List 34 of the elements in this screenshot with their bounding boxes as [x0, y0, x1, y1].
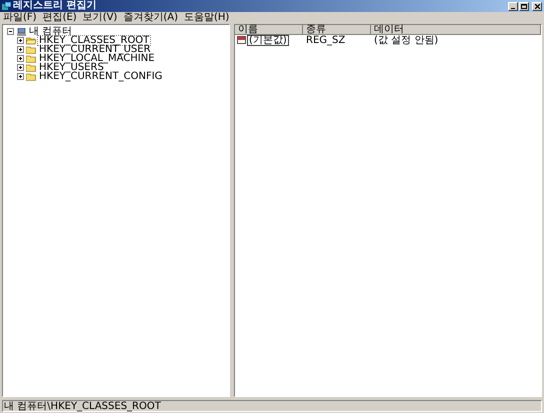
close-icon [534, 4, 540, 8]
string-value-icon [237, 36, 246, 44]
collapse-icon[interactable] [7, 28, 14, 35]
value-name[interactable]: (기본값) [247, 34, 289, 46]
column-header[interactable]: 종류 [303, 25, 371, 35]
registry-icon [2, 2, 11, 10]
tree-item[interactable]: 내 컴퓨터 [29, 27, 72, 36]
menu-item[interactable]: 보기(V) [82, 13, 118, 23]
expand-icon[interactable] [17, 37, 24, 44]
minimize-button[interactable] [508, 2, 518, 10]
expand-icon[interactable] [17, 64, 24, 71]
computer-icon [17, 28, 26, 36]
open-folder-icon [26, 36, 36, 44]
tree-item[interactable]: HKEY_CURRENT_USER [38, 45, 152, 54]
expand-icon[interactable] [17, 55, 24, 62]
tree-item[interactable]: HKEY_CURRENT_CONFIG [38, 72, 164, 81]
maximize-icon [521, 4, 527, 8]
menu-item[interactable]: 편집(E) [42, 13, 77, 23]
expand-icon[interactable] [17, 46, 24, 53]
tree-item[interactable]: HKEY_USERS [38, 63, 105, 72]
status-text: 내 컴퓨터\HKEY_CLASSES_ROOT [2, 400, 542, 412]
tree-item[interactable]: HKEY_CLASSES_ROOT [38, 36, 150, 45]
expand-icon[interactable] [17, 73, 24, 80]
column-header[interactable]: 데이터 [371, 25, 541, 35]
maximize-button[interactable] [519, 2, 529, 10]
column-header[interactable]: 이름 [235, 25, 303, 35]
menu-item[interactable]: 즐겨찾기(A) [123, 13, 178, 23]
close-button[interactable] [532, 2, 542, 10]
table-cell-text: (값 설정 안됨) [373, 36, 440, 44]
table-cell-text: REG_SZ [305, 36, 346, 44]
tree-item[interactable]: HKEY_LOCAL_MACHINE [38, 54, 156, 63]
window-title: 레지스트리 편집기 [13, 1, 96, 11]
menu-item[interactable]: 도움말(H) [184, 13, 230, 23]
menu-item[interactable]: 파일(F) [3, 13, 37, 23]
